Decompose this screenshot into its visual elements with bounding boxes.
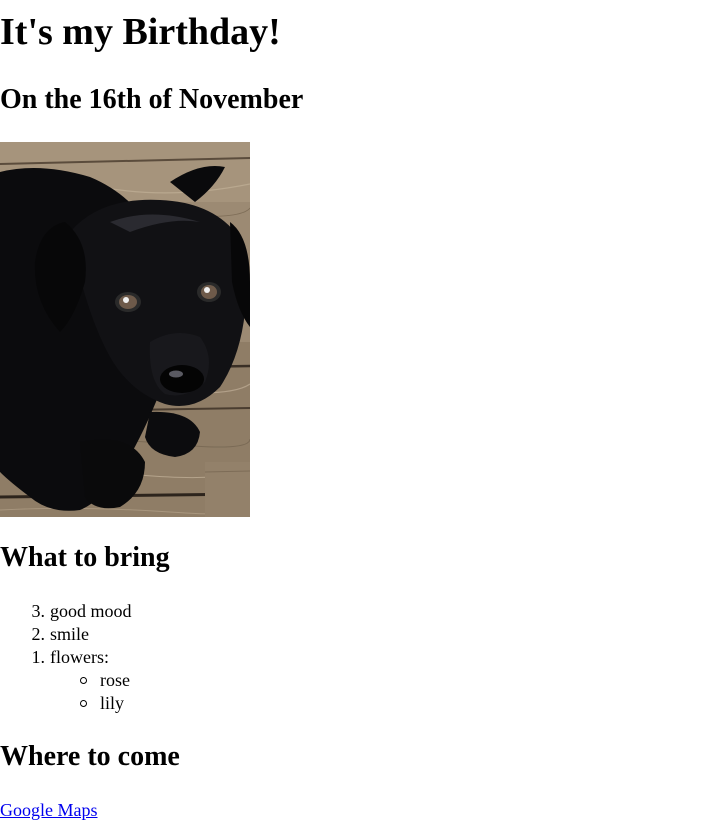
list-item: 1. flowers:: [32, 646, 109, 669]
sub-list-item: rose: [80, 669, 130, 692]
circle-bullet-icon: [80, 700, 87, 707]
sub-list-item-label: rose: [100, 670, 130, 690]
list-item-number: 3.: [31, 601, 46, 621]
list-item-label: good mood: [50, 601, 132, 621]
date-heading: On the 16th of November: [0, 84, 304, 115]
sub-list-item-label: lily: [100, 693, 125, 713]
list-item: 2. smile: [32, 623, 90, 646]
list-item-number: 1.: [31, 647, 46, 667]
sub-list-item: lily: [80, 692, 125, 715]
circle-bullet-icon: [80, 677, 87, 684]
page-title: It's my Birthday!: [0, 11, 281, 53]
list-item: 3. good mood: [32, 600, 132, 623]
list-item-label: flowers:: [50, 647, 109, 667]
birthday-page: It's my Birthday! On the 16th of Novembe…: [0, 0, 715, 825]
bring-heading: What to bring: [0, 542, 170, 573]
list-item-label: smile: [50, 624, 89, 644]
list-item-number: 2.: [31, 624, 46, 644]
where-heading: Where to come: [0, 741, 180, 772]
puppy-photo: [0, 142, 250, 517]
google-maps-link[interactable]: Google Maps: [0, 799, 98, 822]
